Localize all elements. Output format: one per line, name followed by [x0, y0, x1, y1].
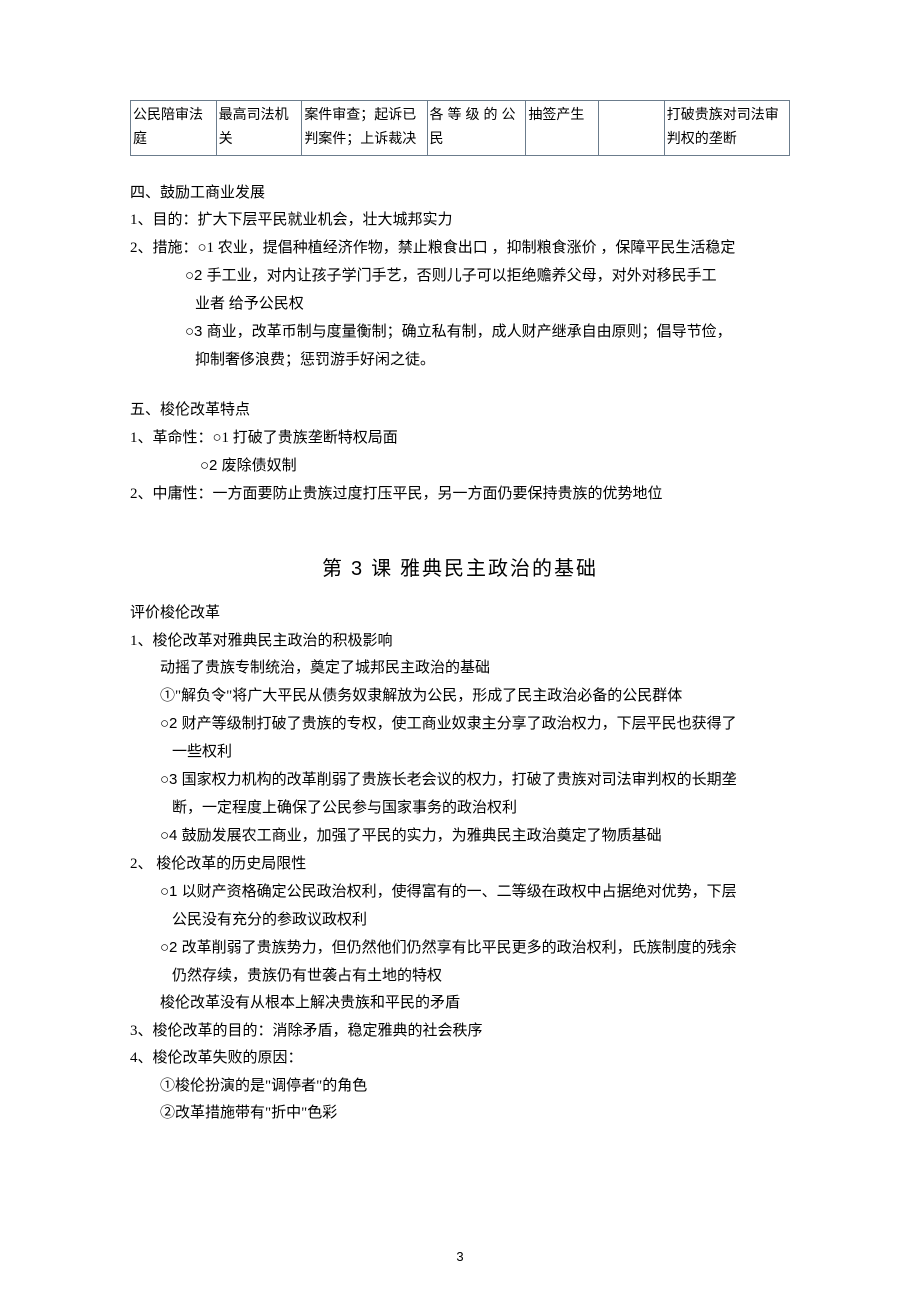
text: ○2 手工业，对内让孩子学门手艺，否则儿子可以拒绝赡养父母，对外对移民手工 — [185, 267, 717, 284]
section-4-measure-2: ○2 手工业，对内让孩子学门手艺，否则儿子可以拒绝赡养父母，对外对移民手工 — [130, 263, 790, 290]
eval-1-c: ○2 财产等级制打破了贵族的专权，使工商业奴隶主分享了政治权力，下层平民也获得了 — [130, 711, 790, 738]
eval-1-heading: 1、梭伦改革对雅典民主政治的积极影响 — [130, 629, 790, 655]
section-5: 五、梭伦改革特点 1、革命性：○1 打破了贵族垄断特权局面 ○2 废除债奴制 2… — [130, 398, 790, 507]
section-4-heading: 四、鼓励工商业发展 — [130, 181, 790, 207]
text: ○1 以财产资格确定公民政治权利，使得富有的一、二等级在政权中占据绝对优势，下层 — [160, 883, 737, 900]
eval-3: 3、梭伦改革的目的：消除矛盾，稳定雅典的社会秩序 — [130, 1019, 790, 1045]
title-number: 3 — [351, 558, 364, 580]
eval-1-c-cont: 一些权利 — [130, 740, 790, 766]
eval-4-heading: 4、梭伦改革失败的原因： — [130, 1046, 790, 1072]
section-4: 四、鼓励工商业发展 1、目的：扩大下层平民就业机会，壮大城邦实力 2、措施：○1… — [130, 181, 790, 374]
eval-2-c: 梭伦改革没有从根本上解决贵族和平民的矛盾 — [130, 991, 790, 1017]
eval-4-b: ②改革措施带有"折中"色彩 — [130, 1101, 790, 1127]
title-prefix: 第 — [322, 558, 351, 580]
section-4-measure-3: ○3 商业，改革币制与度量衡制；确立私有制，成人财产继承自由原则；倡导节俭， — [130, 319, 790, 346]
cell-nature: 最高司法机关 — [216, 101, 302, 156]
text: ○2 改革削弱了贵族势力，但仍然他们仍然享有比平民更多的政治权利，氏族制度的残余 — [160, 939, 737, 956]
eval-4-a: ①梭伦扮演的是"调停者"的角色 — [130, 1074, 790, 1100]
eval-2-a-cont: 公民没有充分的参政议政权利 — [130, 908, 790, 934]
cell-method: 抽签产生 — [526, 101, 598, 156]
summary-table: 公民陪审法庭 最高司法机关 案件审查；起诉已判案件；上诉裁决 各等级的公民 抽签… — [130, 100, 790, 156]
eval-2-heading: 2、 梭伦改革的历史局限性 — [130, 852, 790, 878]
cell-name: 公民陪审法庭 — [131, 101, 217, 156]
eval-1-b: ①"解负令"将广大平民从债务奴隶解放为公民，形成了民主政治必备的公民群体 — [130, 684, 790, 710]
text: ○3 国家权力机构的改革削弱了贵族长老会议的权力，打破了贵族对司法审判权的长期垄 — [160, 771, 737, 788]
title-suffix: 课 雅典民主政治的基础 — [364, 558, 598, 580]
section-4-measure-3-cont: 抑制奢侈浪费；惩罚游手好闲之徒。 — [130, 348, 790, 374]
table-row: 公民陪审法庭 最高司法机关 案件审查；起诉已判案件；上诉裁决 各等级的公民 抽签… — [131, 101, 790, 156]
eval-1-a: 动摇了贵族专制统治，奠定了城邦民主政治的基础 — [130, 656, 790, 682]
eval-2-b-cont: 仍然存续，贵族仍有世袭占有土地的特权 — [130, 964, 790, 990]
eval-1-e: ○4 鼓励发展农工商业，加强了平民的实力，为雅典民主政治奠定了物质基础 — [130, 823, 790, 850]
eval-1-d-cont: 断，一定程度上确保了公民参与国家事务的政治权利 — [130, 796, 790, 822]
text: ○4 鼓励发展农工商业，加强了平民的实力，为雅典民主政治奠定了物质基础 — [160, 827, 662, 844]
section-5-heading: 五、梭伦改革特点 — [130, 398, 790, 424]
section-4-purpose: 1、目的：扩大下层平民就业机会，壮大城邦实力 — [130, 208, 790, 234]
text: ○2 财产等级制打破了贵族的专权，使工商业奴隶主分享了政治权力，下层平民也获得了 — [160, 715, 737, 732]
lesson-title: 第 3 课 雅典民主政治的基础 — [130, 552, 790, 586]
section-5-point-1b: ○2 废除债奴制 — [130, 453, 790, 480]
section-5-point-2: 2、中庸性：一方面要防止贵族过度打压平民，另一方面仍要保持贵族的优势地位 — [130, 482, 790, 508]
cell-member: 各等级的公民 — [427, 101, 526, 156]
section-4-measure-1: 2、措施：○1 农业，提倡种植经济作物，禁止粮食出口 ，抑制粮食涨价 ，保障平民… — [130, 236, 790, 262]
text: ○2 废除债奴制 — [200, 457, 297, 474]
cell-function: 案件审查；起诉已判案件；上诉裁决 — [302, 101, 427, 156]
page-number: 3 — [0, 1246, 920, 1268]
eval-2-a: ○1 以财产资格确定公民政治权利，使得富有的一、二等级在政权中占据绝对优势，下层 — [130, 879, 790, 906]
section-5-point-1: 1、革命性：○1 打破了贵族垄断特权局面 — [130, 426, 790, 452]
eval-2-b: ○2 改革削弱了贵族势力，但仍然他们仍然享有比平民更多的政治权利，氏族制度的残余 — [130, 935, 790, 962]
section-4-measure-2-cont: 业者 给予公民权 — [130, 292, 790, 318]
eval-1-d: ○3 国家权力机构的改革削弱了贵族长老会议的权力，打破了贵族对司法审判权的长期垄 — [130, 767, 790, 794]
cell-effect: 打破贵族对司法审判权的垄断 — [664, 101, 789, 156]
evaluation-section: 评价梭伦改革 1、梭伦改革对雅典民主政治的积极影响 动摇了贵族专制统治，奠定了城… — [130, 601, 790, 1127]
text: ○3 商业，改革币制与度量衡制；确立私有制，成人财产继承自由原则；倡导节俭， — [185, 323, 732, 340]
eval-heading: 评价梭伦改革 — [130, 601, 790, 627]
cell-blank — [598, 101, 664, 156]
